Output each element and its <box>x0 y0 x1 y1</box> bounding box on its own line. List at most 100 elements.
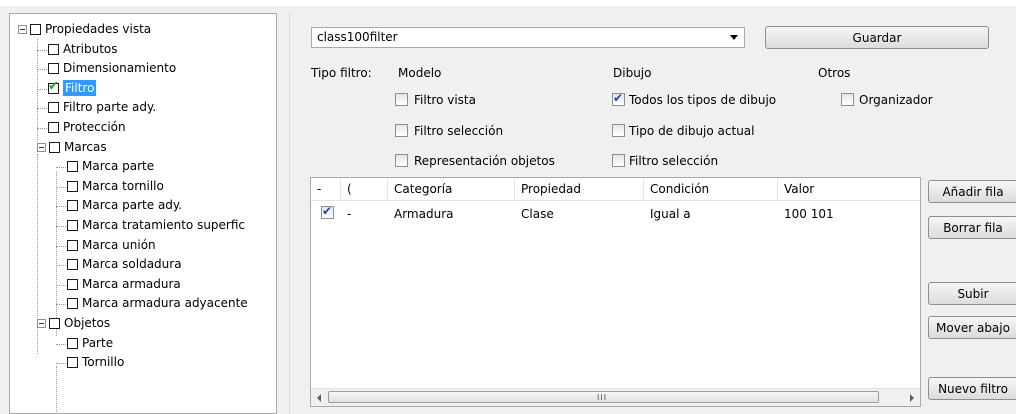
filter-name-value: class100filter <box>317 30 398 44</box>
tree-item[interactable]: Marca parte ady. <box>10 196 276 215</box>
filtro-seleccion-modelo-label: Filtro selección <box>414 124 504 138</box>
properties-tree[interactable]: Propiedades vista Atributos Dimensionamien… <box>9 13 277 414</box>
tree-item[interactable]: Filtro parte ady. <box>10 98 276 117</box>
tree-connector <box>37 108 47 110</box>
horizontal-scrollbar[interactable]: III <box>311 388 920 406</box>
tree-checkbox[interactable] <box>49 318 60 329</box>
table-row[interactable]: ✔ - Armadura Clase Igual a 100 101 <box>311 204 920 224</box>
delete-row-button[interactable]: Borrar fila <box>928 216 1016 239</box>
tree-checkbox[interactable] <box>67 161 78 173</box>
tree-item[interactable]: Marca unión <box>10 236 276 255</box>
tree-item[interactable]: Propiedades vista <box>10 20 276 39</box>
tree-checkbox[interactable] <box>48 122 59 133</box>
representacion-objetos-label: Representación objetos <box>414 154 555 168</box>
filtro-seleccion-dibujo-label: Filtro selección <box>629 154 719 168</box>
tree-item[interactable]: Marca soldadura <box>10 255 276 274</box>
filter-rules-grid[interactable]: - ( Categoría Propiedad Condición Valor … <box>310 177 921 407</box>
tree-item[interactable]: ✔ Filtro <box>10 79 276 98</box>
tree-item-label: Marca unión <box>82 237 156 252</box>
tree-checkbox[interactable] <box>67 200 78 212</box>
collapse-icon[interactable] <box>37 142 46 152</box>
column-header-minus[interactable]: - <box>311 178 341 200</box>
tree-checkbox[interactable] <box>48 43 59 55</box>
column-header-categoria[interactable]: Categoría <box>388 178 515 200</box>
tree-item-label: Marca armadura <box>82 276 181 291</box>
tree-item[interactable]: Objetos <box>10 314 276 333</box>
tree-connector <box>56 186 66 188</box>
tree-item-label: Objetos <box>64 316 111 330</box>
tree-item-label: Tornillo <box>82 355 125 370</box>
tree-item[interactable]: Atributos <box>10 40 276 59</box>
tree-checkbox[interactable] <box>48 63 59 75</box>
group-title-dibujo: Dibujo <box>613 66 652 80</box>
add-row-button[interactable]: Añadir fila <box>928 180 1016 203</box>
save-button[interactable]: Guardar <box>765 26 989 49</box>
collapse-icon[interactable] <box>18 25 27 34</box>
tree-item-label: Marca tornillo <box>82 178 164 193</box>
column-header-valor[interactable]: Valor <box>778 178 920 200</box>
filter-name-dropdown[interactable]: class100filter <box>311 27 745 48</box>
filtro-vista-checkbox[interactable] <box>395 93 408 106</box>
tree-item[interactable]: Marca tratamiento superfic <box>10 216 276 235</box>
column-header-condicion[interactable]: Condición <box>644 178 778 200</box>
check-icon: ✔ <box>48 78 59 94</box>
organizador-label: Organizador <box>859 93 933 107</box>
representacion-objetos-checkbox[interactable] <box>395 154 408 167</box>
tree-checkbox[interactable] <box>67 298 78 310</box>
top-strip <box>0 0 1016 6</box>
tree-item[interactable]: Protección <box>10 118 276 137</box>
scroll-thumb[interactable]: III <box>328 391 879 403</box>
new-filter-button[interactable]: Nuevo filtro <box>928 377 1016 400</box>
row-cell-valor: 100 101 <box>784 207 834 221</box>
tree-connector <box>37 49 47 51</box>
tree-item-label: Dimensionamiento <box>63 61 177 76</box>
collapse-icon[interactable] <box>37 319 46 328</box>
move-up-button[interactable]: Subir <box>928 282 1016 305</box>
tree-item[interactable]: Dimensionamiento <box>10 59 276 78</box>
tree-item[interactable]: Marca armadura <box>10 275 276 294</box>
tree-checkbox[interactable] <box>48 102 59 114</box>
todos-tipos-dibujo-checkbox[interactable]: ✔ <box>612 91 625 106</box>
tipo-dibujo-actual-checkbox[interactable] <box>612 124 625 137</box>
tree-item[interactable]: Marca armadura adyacente <box>10 294 276 313</box>
column-header-propiedad[interactable]: Propiedad <box>515 178 644 200</box>
filtro-seleccion-modelo-checkbox[interactable] <box>395 124 408 137</box>
tree-item[interactable]: Tornillo <box>10 353 276 372</box>
row-cell-propiedad: Clase <box>521 207 554 221</box>
tree-item[interactable]: Marca tornillo <box>10 177 276 196</box>
scroll-right-icon[interactable] <box>910 394 914 402</box>
tree-item[interactable]: Marca parte <box>10 157 276 176</box>
scroll-grip: III <box>597 393 608 402</box>
filtro-vista-label: Filtro vista <box>414 93 476 107</box>
tree-checkbox[interactable] <box>67 337 78 349</box>
tree-item[interactable]: Parte <box>10 334 276 353</box>
tree-checkbox[interactable] <box>30 24 41 35</box>
tree-checkbox[interactable] <box>67 259 78 271</box>
group-title-modelo: Modelo <box>398 66 442 80</box>
tree-item-label: Marcas <box>64 139 107 154</box>
row-checkbox[interactable]: ✔ <box>321 204 334 219</box>
tree-checkbox[interactable]: ✔ <box>48 78 59 94</box>
tree-checkbox[interactable] <box>67 220 78 231</box>
tree-checkbox[interactable] <box>49 141 60 153</box>
move-down-button[interactable]: Mover abajo <box>928 316 1016 339</box>
organizador-checkbox[interactable] <box>841 93 854 106</box>
tree-connector <box>37 69 47 71</box>
row-cell-categoria: Armadura <box>394 207 454 221</box>
tree-item-label: Marca armadura adyacente <box>82 296 248 311</box>
tree-checkbox[interactable] <box>67 357 78 369</box>
tree-connector <box>56 226 66 227</box>
tipo-dibujo-actual-label: Tipo de dibujo actual <box>629 124 755 138</box>
tree-item-label: Protección <box>63 120 126 134</box>
filtro-seleccion-dibujo-checkbox[interactable] <box>612 154 625 167</box>
tree-connector <box>56 167 66 169</box>
tree-checkbox[interactable] <box>67 180 78 192</box>
tree-checkbox[interactable] <box>67 278 78 290</box>
tree-item-label: Marca tratamiento superfic <box>82 218 246 232</box>
tree-item-label: Atributos <box>63 41 118 56</box>
tree-checkbox[interactable] <box>67 239 78 251</box>
chevron-down-icon[interactable] <box>730 35 738 40</box>
tree-item[interactable]: Marcas <box>10 138 276 157</box>
scroll-left-icon[interactable] <box>317 394 321 402</box>
column-header-paren[interactable]: ( <box>341 178 388 200</box>
